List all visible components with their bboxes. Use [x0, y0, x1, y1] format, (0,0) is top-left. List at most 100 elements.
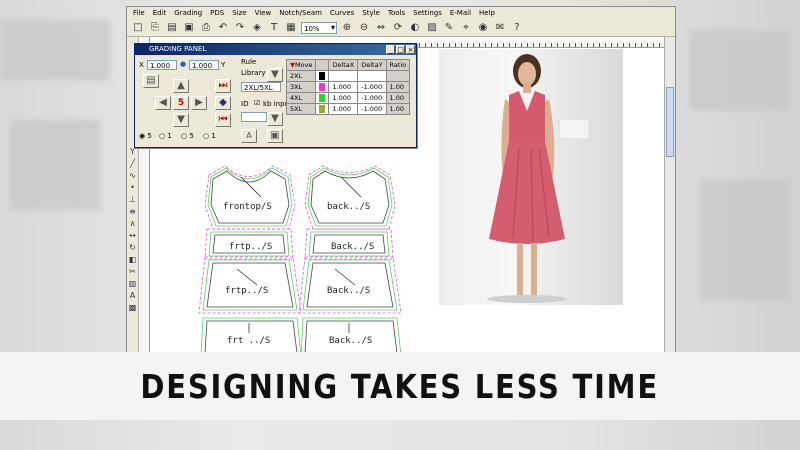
dress-photo [439, 49, 623, 305]
email-icon[interactable]: ✉ [493, 21, 507, 35]
point-tool-icon[interactable]: • [130, 183, 135, 192]
back-band-label: Back../S [331, 242, 374, 252]
table-row[interactable]: 3XL 1.000 -1.000 1.00 [285, 81, 411, 93]
link-icon[interactable]: ● [180, 60, 186, 68]
save-icon[interactable]: ▣ [182, 21, 196, 35]
menu-item-notch-seam[interactable]: Notch/Seam [275, 7, 326, 19]
table-row[interactable]: 2XL [285, 70, 411, 82]
id-dropdown-button[interactable]: ▼ [267, 112, 283, 126]
text-tool-icon[interactable]: A [130, 291, 135, 300]
back-mid-piece [306, 262, 394, 308]
close-button[interactable]: × [406, 45, 415, 54]
front-mid-label: frtp../S [225, 286, 268, 296]
notch-tool-icon[interactable]: ⊥ [129, 195, 136, 204]
minimize-button[interactable]: _ [386, 45, 395, 54]
new-icon[interactable]: □ [131, 21, 145, 35]
camera-icon[interactable]: ◉ [476, 21, 490, 35]
flip-icon[interactable]: ⇔ [374, 21, 388, 35]
menu-item-file[interactable]: File [129, 7, 149, 19]
col-deltax: DeltaX [328, 59, 359, 71]
radio-1-a[interactable]: ○ 1 [159, 132, 172, 140]
cut-tool-icon[interactable]: ✂ [129, 267, 136, 276]
arrow-right-button[interactable]: ▶ [191, 96, 207, 110]
menu-item-curves[interactable]: Curves [326, 7, 358, 19]
grading-panel: GRADING PANEL _ □ × X 1.000 ● 1.000 Y Ru… [134, 43, 417, 148]
seam-tool-icon[interactable]: ≡ [129, 207, 136, 216]
mirror-tool-icon[interactable]: ◧ [129, 255, 137, 264]
maximize-button[interactable]: □ [396, 45, 405, 54]
measure-tool-icon[interactable]: ↔ [129, 231, 136, 240]
toolbar: □ ⎘ ▤ ▣ ⎙ ↶ ↷ ◈ T ▦ 10% ⊕ ⊖ ⇔ ⟳ ◐ ▨ ✎ ⌖ … [127, 19, 675, 37]
zoom-out-icon[interactable]: ⊖ [357, 21, 371, 35]
radio-1-b[interactable]: ○ 1 [203, 132, 216, 140]
zoom-in-icon[interactable]: ⊕ [340, 21, 354, 35]
undo-icon[interactable]: ↶ [216, 21, 230, 35]
select-tool-icon[interactable]: Y [130, 147, 135, 156]
curve-tool-icon[interactable]: ∿ [129, 171, 136, 180]
arrow-down-button[interactable]: ▼ [173, 113, 189, 127]
table-row[interactable]: 4XL 1.000 -1.000 1.00 [285, 92, 411, 104]
menu-item-tools[interactable]: Tools [384, 7, 409, 19]
help-icon[interactable]: ? [510, 21, 524, 35]
scrollbar-thumb[interactable] [666, 87, 674, 157]
menu-item-size[interactable]: Size [228, 7, 250, 19]
table-row[interactable]: 5XL 1.000 -1.000 1.00 [285, 103, 411, 115]
edit-icon[interactable]: ✎ [442, 21, 456, 35]
image-icon[interactable]: ▨ [425, 21, 439, 35]
radio-5-b[interactable]: ○ 5 [181, 132, 194, 140]
mirror-icon[interactable]: ◐ [408, 21, 422, 35]
menu-item-view[interactable]: View [251, 7, 276, 19]
x-value-input[interactable]: 1.000 [147, 60, 177, 70]
menu-item-edit[interactable]: Edit [149, 7, 171, 19]
y-value-input[interactable]: 1.000 [189, 60, 219, 70]
center-value[interactable]: 5 [173, 96, 189, 110]
open-icon[interactable]: ⎘ [148, 21, 162, 35]
rule-input[interactable]: 2XL/5XL [241, 82, 281, 92]
grade-tool-icon[interactable]: ▥ [129, 279, 137, 288]
menu-item-help[interactable]: Help [475, 7, 499, 19]
layer-icon[interactable]: ◈ [250, 21, 264, 35]
rotate-tool-icon[interactable]: ↻ [129, 243, 136, 252]
grade-icon[interactable]: ▤ [143, 74, 159, 88]
fill-tool-icon[interactable]: ▩ [129, 303, 137, 312]
vertical-scrollbar[interactable] [664, 37, 675, 357]
dart-tool-icon[interactable]: ∧ [130, 219, 136, 228]
last-size-button[interactable]: ⏮ [215, 113, 231, 127]
arrow-up-button[interactable]: ▲ [173, 79, 189, 93]
line-tool-icon[interactable]: ╱ [130, 159, 135, 168]
grading-panel-titlebar[interactable]: GRADING PANEL _ □ × [135, 44, 416, 55]
back-mid-label: Back../S [327, 286, 370, 296]
back-top-label: back../S [327, 202, 370, 212]
grading-icon[interactable]: ▤ [165, 21, 179, 35]
measure-icon[interactable]: ⌖ [459, 21, 473, 35]
id-input[interactable] [241, 112, 267, 122]
rule-label: Rule [241, 58, 257, 66]
arrow-left-button[interactable]: ◀ [155, 96, 171, 110]
menu-item-grading[interactable]: Grading [170, 7, 206, 19]
caption-banner: DESIGNING TAKES LESS TIME [0, 352, 800, 420]
rotate-icon[interactable]: ⟳ [391, 21, 405, 35]
print-icon[interactable]: ⎙ [199, 21, 213, 35]
model-image [487, 54, 590, 303]
menu-item-settings[interactable]: Settings [409, 7, 446, 19]
text-icon[interactable]: T [267, 21, 281, 35]
first-size-button[interactable]: ⏭ [215, 79, 231, 93]
horizontal-ruler [407, 37, 675, 48]
copy-grade-button[interactable]: ◆ [215, 96, 231, 110]
menu-item-e-mail[interactable]: E-Mail [446, 7, 475, 19]
library-dropdown-button[interactable]: ▼ [267, 68, 283, 82]
a-button[interactable]: A [241, 129, 257, 143]
pattern-canvas[interactable]: frontop/S back../S frtp../S Back../S frt… [149, 157, 419, 357]
grid-icon[interactable]: ▦ [284, 21, 298, 35]
panel-title: GRADING PANEL [149, 45, 207, 53]
grading-table: ▼Move DeltaX DeltaY Ratio 2XL 3XL 1.000 … [285, 59, 411, 115]
col-move[interactable]: ▼Move [285, 59, 317, 71]
menu-item-style[interactable]: Style [358, 7, 384, 19]
radio-5-a[interactable]: ◉ 5 [139, 132, 152, 140]
redo-icon[interactable]: ↷ [233, 21, 247, 35]
save-grade-button[interactable]: ▣ [267, 129, 283, 143]
kb-input-checkbox[interactable]: ☑ [254, 99, 260, 107]
col-color [315, 59, 330, 71]
menu-item-pds[interactable]: PDS [206, 7, 228, 19]
zoom-select[interactable]: 10% [301, 21, 337, 34]
